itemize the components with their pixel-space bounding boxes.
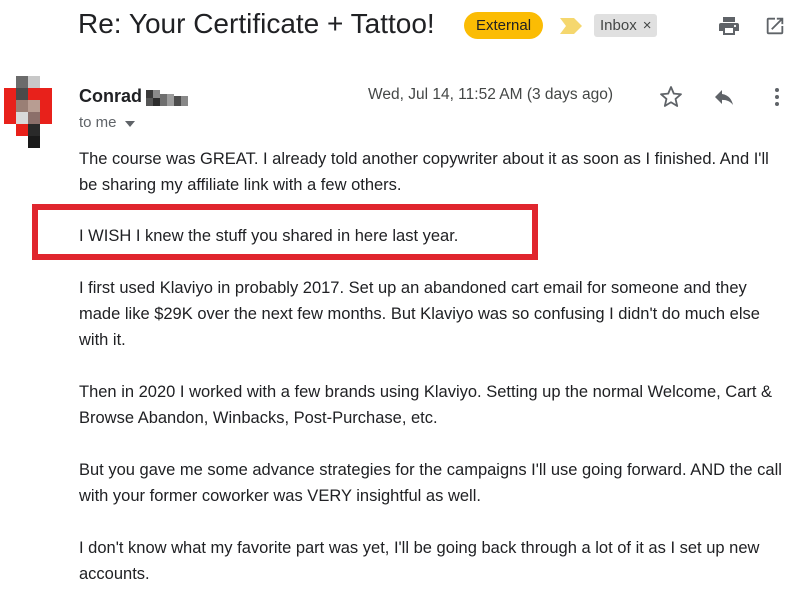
email-subject: Re: Your Certificate + Tattoo! [78,8,435,39]
highlight-annotation-box [32,204,538,260]
email-view: Re: Your Certificate + Tattoo! External … [0,0,806,606]
more-vertical-icon[interactable] [764,84,790,110]
body-paragraph: The course was GREAT. I already told ano… [79,150,769,194]
open-in-new-window-icon[interactable] [762,13,788,39]
body-paragraph: Then in 2020 I worked with a few brands … [79,383,773,427]
inbox-label-text: Inbox [600,17,637,34]
body-paragraph: But you gave me some advance strategies … [79,461,782,505]
avatar [4,76,52,148]
remove-label-icon[interactable]: × [643,14,652,37]
redacted-surname [146,90,188,106]
external-label: External [464,12,544,39]
sender-name: Conrad [79,86,142,106]
recipient-line: to me [79,114,117,131]
star-icon[interactable] [658,84,684,110]
recipient-details-toggle[interactable]: to me [79,114,135,131]
chevron-down-icon [124,120,135,127]
body-paragraph: I first used Klaviyo in probably 2017. S… [79,279,760,349]
printer-icon[interactable] [716,13,742,39]
body-paragraph: I don't know what my favorite part was y… [79,539,760,583]
reply-icon[interactable] [711,84,737,110]
email-date: Wed, Jul 14, 11:52 AM (3 days ago) [368,86,613,103]
inbox-label[interactable]: Inbox × [594,14,658,37]
